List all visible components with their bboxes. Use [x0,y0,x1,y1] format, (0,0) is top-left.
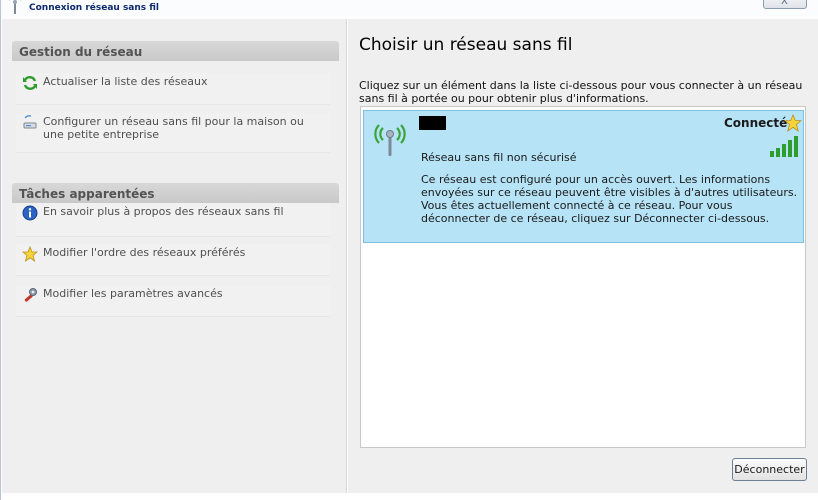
star-icon [22,246,38,262]
refresh-icon [23,76,37,90]
network-name-redacted [419,116,446,130]
preferred-star-icon [784,114,802,132]
settings-tools-icon [24,288,37,302]
tasks-sidebar: Gestion du réseau Actualiser la liste de… [2,19,347,493]
setup-network-icon [23,115,37,129]
close-icon: X [781,0,788,7]
window-title: Connexion réseau sans fil [29,3,160,13]
task-label: Modifier l'ordre des réseaux préférés [43,246,246,259]
section-title: Tâches apparentées [19,187,155,201]
task-label: En savoir plus à propos des réseaux sans… [43,205,284,218]
disconnect-button[interactable]: Déconnecter [732,458,807,481]
network-description: Ce réseau est configuré pour un accès ou… [421,173,798,225]
signal-strength-icon [770,136,798,157]
network-list[interactable]: Connecté Réseau sans fil non sécurisé Ce… [360,106,806,448]
instructions-text: Cliquez sur un élément dans la liste ci-… [359,79,803,105]
network-security-label: Réseau sans fil non sécurisé [421,151,577,164]
section-title: Gestion du réseau [19,45,143,59]
main-panel: Choisir un réseau sans fil Cliquez sur u… [348,19,818,493]
learn-about-wireless-link[interactable]: En savoir plus à propos des réseaux sans… [16,203,330,237]
title-bar: Connexion réseau sans fil X [1,0,818,16]
refresh-network-list-link[interactable]: Actualiser la liste des réseaux [16,73,330,105]
info-icon [22,205,38,221]
section-header-related-tasks: Tâches apparentées [12,183,339,203]
page-title: Choisir un réseau sans fil [359,35,573,55]
close-button[interactable]: X [763,0,807,9]
task-label: Modifier les paramètres avancés [43,287,223,300]
setup-wireless-network-link[interactable]: Configurer un réseau sans fil pour la ma… [16,113,330,153]
wireless-antenna-icon [9,0,21,14]
task-label: Configurer un réseau sans fil pour la ma… [43,115,304,141]
change-advanced-settings-link[interactable]: Modifier les paramètres avancés [16,285,330,317]
wireless-antenna-icon [374,124,406,156]
wireless-connection-window: Connexion réseau sans fil X Gestion du r… [0,0,818,500]
change-preferred-order-link[interactable]: Modifier l'ordre des réseaux préférés [16,244,330,276]
task-label: Actualiser la liste des réseaux [43,75,208,88]
section-header-network-management: Gestion du réseau [12,41,339,61]
connection-status: Connecté [724,116,788,130]
network-list-item[interactable]: Connecté Réseau sans fil non sécurisé Ce… [363,110,804,243]
